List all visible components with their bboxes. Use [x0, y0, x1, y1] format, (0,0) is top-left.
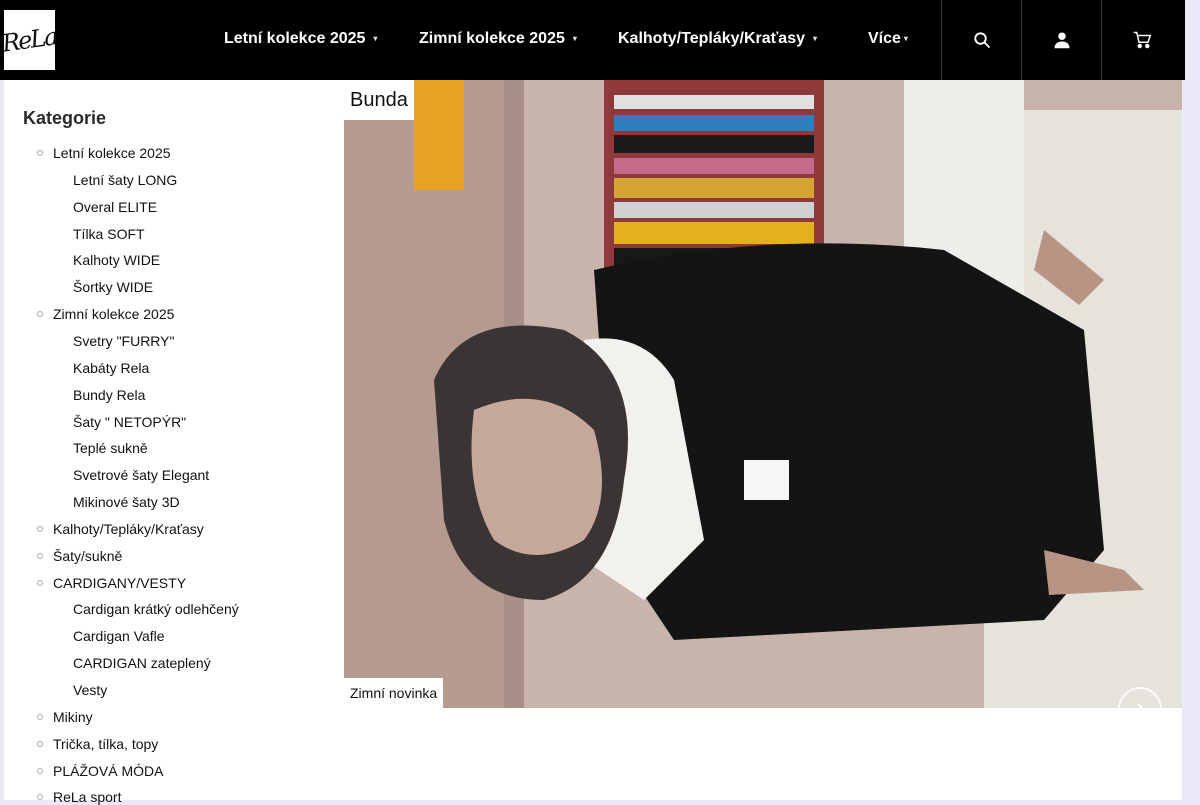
nav-letni-kolekce[interactable]: Letní kolekce 2025 ▾: [224, 30, 377, 52]
category-label: Mikinové šaty 3D: [73, 494, 180, 511]
nav-kalhoty[interactable]: Kalhoty/Tepláky/Kraťasy ▾: [618, 30, 817, 52]
category-label: Šaty/sukně: [53, 547, 123, 564]
category-label: Zimní kolekce 2025: [53, 306, 175, 323]
subcategory-item[interactable]: Cardigan Vafle: [73, 628, 165, 644]
bullet-icon: [37, 794, 43, 801]
bullet-icon: [37, 579, 43, 586]
subcategory-item[interactable]: Mikinové šaty 3D: [73, 494, 180, 510]
category-item[interactable]: Šaty/sukně: [37, 547, 123, 564]
chevron-down-icon: ▾: [903, 34, 908, 44]
subcategory-item[interactable]: Šaty " NETOPÝR": [73, 414, 186, 430]
nav-vice[interactable]: Více ▾: [868, 30, 908, 52]
category-label: Overal ELITE: [73, 198, 158, 215]
cart-icon: [1133, 31, 1151, 49]
category-label: ReLa sport: [53, 789, 122, 805]
subcategory-item[interactable]: Cardigan krátký odlehčený: [73, 601, 239, 617]
subcategory-item[interactable]: Teplé sukně: [73, 440, 148, 456]
bullet-icon: [37, 740, 43, 747]
subcategory-item[interactable]: Vesty: [73, 682, 107, 698]
bullet-icon: [37, 713, 43, 720]
bullet-icon: [37, 311, 43, 318]
category-label: CARDIGANY/VESTY: [53, 574, 187, 591]
subcategory-item[interactable]: Svetry "FURRY": [73, 333, 174, 349]
category-label: Trička, tílka, topy: [53, 735, 159, 752]
site-logo[interactable]: ReLa: [1, 10, 58, 70]
bullet-icon: [37, 552, 43, 559]
category-label: Letní kolekce 2025: [53, 145, 171, 161]
category-item[interactable]: Trička, tílka, topy: [37, 735, 159, 752]
category-item[interactable]: PLÁŽOVÁ MÓDA: [37, 762, 164, 779]
hero-top-label: Bunda: [344, 80, 414, 120]
subcategory-item[interactable]: Overal ELITE: [73, 199, 157, 215]
category-label: Letní šaty LONG: [73, 171, 178, 188]
category-label: Bundy Rela: [73, 386, 146, 403]
category-label: CARDIGAN zateplený: [73, 655, 211, 672]
category-sidebar: Kategorie Letní kolekce 2025 Letní šaty L…: [4, 80, 334, 805]
bullet-icon: [37, 767, 43, 774]
page-right-edge: [1185, 0, 1200, 800]
top-navigation-bar: ReLa Letní kolekce 2025 ▾ Zimní kolekce 2…: [0, 0, 1185, 80]
category-item[interactable]: CARDIGANY/VESTY: [37, 574, 187, 591]
bullet-icon: [37, 525, 43, 532]
search-icon: [974, 32, 991, 49]
account-button[interactable]: [1021, 0, 1102, 80]
category-label: Tílka SOFT: [73, 225, 145, 242]
category-label: Cardigan krátký odlehčený: [73, 601, 239, 618]
category-item[interactable]: Letní kolekce 2025: [37, 145, 171, 161]
bullet-icon: [37, 150, 43, 156]
category-label: Vesty: [73, 682, 108, 698]
subcategory-item[interactable]: Šortky WIDE: [73, 279, 153, 295]
category-label: Kalhoty/Tepláky/Kraťasy: [53, 520, 204, 537]
subcategory-item[interactable]: Letní šaty LONG: [73, 172, 177, 188]
logo-text: ReLa: [0, 22, 59, 58]
nav-label: Zimní kolekce 2025: [419, 30, 565, 47]
nav-label: Více: [868, 30, 901, 47]
category-item[interactable]: Zimní kolekce 2025: [37, 306, 175, 323]
nav-label: Kalhoty/Tepláky/Kraťasy: [618, 30, 805, 47]
search-button[interactable]: [941, 0, 1022, 80]
category-item[interactable]: Mikiny: [37, 708, 93, 725]
category-label: Mikiny: [53, 708, 93, 725]
category-item[interactable]: ReLa sport: [37, 789, 122, 805]
category-label: Teplé sukně: [73, 440, 148, 457]
user-icon: [1054, 32, 1070, 49]
subcategory-item[interactable]: CARDIGAN zateplený: [73, 655, 211, 671]
category-label: Kabáty Rela: [73, 359, 150, 376]
chevron-down-icon: ▾: [572, 34, 577, 44]
category-label: Svetry "FURRY": [73, 332, 175, 349]
nav-zimni-kolekce[interactable]: Zimní kolekce 2025 ▾: [419, 30, 577, 52]
hero-photo: [344, 80, 1182, 708]
subcategory-item[interactable]: Svetrové šaty Elegant: [73, 467, 209, 483]
cart-button[interactable]: [1101, 0, 1182, 80]
category-item[interactable]: Kalhoty/Tepláky/Kraťasy: [37, 520, 204, 537]
category-label: PLÁŽOVÁ MÓDA: [53, 762, 164, 779]
category-label: Šortky WIDE: [73, 279, 154, 296]
chevron-down-icon: ▾: [373, 34, 378, 44]
chevron-down-icon: ▾: [813, 34, 818, 44]
hero-slider[interactable]: Bunda Zimní novinka: [344, 80, 1182, 708]
sidebar-title: Kategorie: [23, 108, 107, 128]
subcategory-item[interactable]: Tílka SOFT: [73, 226, 145, 242]
subcategory-item[interactable]: Kalhoty WIDE: [73, 252, 160, 268]
category-label: Svetrové šaty Elegant: [73, 467, 210, 484]
category-label: Cardigan Vafle: [73, 628, 165, 645]
category-label: Kalhoty WIDE: [73, 252, 161, 269]
subcategory-item[interactable]: Bundy Rela: [73, 387, 145, 403]
category-label: Šaty " NETOPÝR": [73, 413, 187, 430]
nav-label: Letní kolekce 2025: [224, 30, 366, 47]
hero-bottom-label: Zimní novinka: [344, 678, 444, 708]
subcategory-item[interactable]: Kabáty Rela: [73, 360, 149, 376]
chevron-right-icon: [1137, 703, 1144, 708]
